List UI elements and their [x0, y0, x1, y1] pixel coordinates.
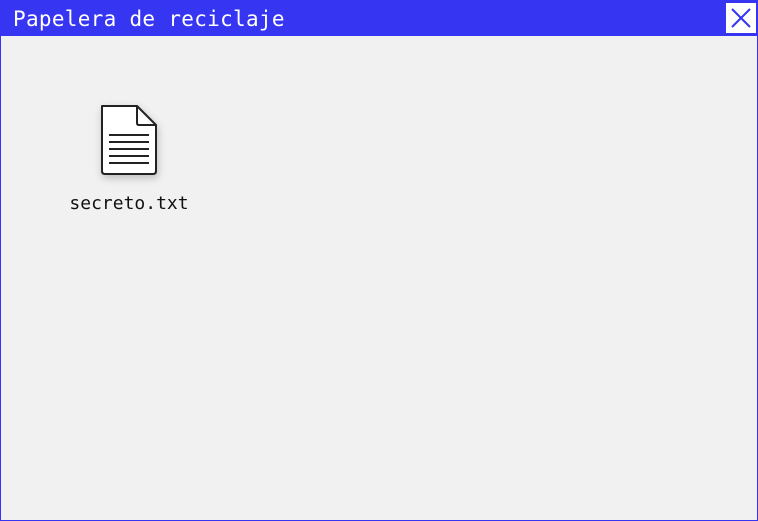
close-icon [731, 8, 751, 28]
window-title: Papelera de reciclaje [13, 7, 285, 31]
recycle-bin-window: Papelera de reciclaje secreto.txt [0, 0, 758, 521]
title-bar[interactable]: Papelera de reciclaje [1, 1, 757, 36]
close-button[interactable] [726, 3, 756, 33]
text-file-icon [99, 103, 159, 177]
file-name-label: secreto.txt [69, 193, 189, 214]
file-item[interactable]: secreto.txt [57, 101, 201, 219]
